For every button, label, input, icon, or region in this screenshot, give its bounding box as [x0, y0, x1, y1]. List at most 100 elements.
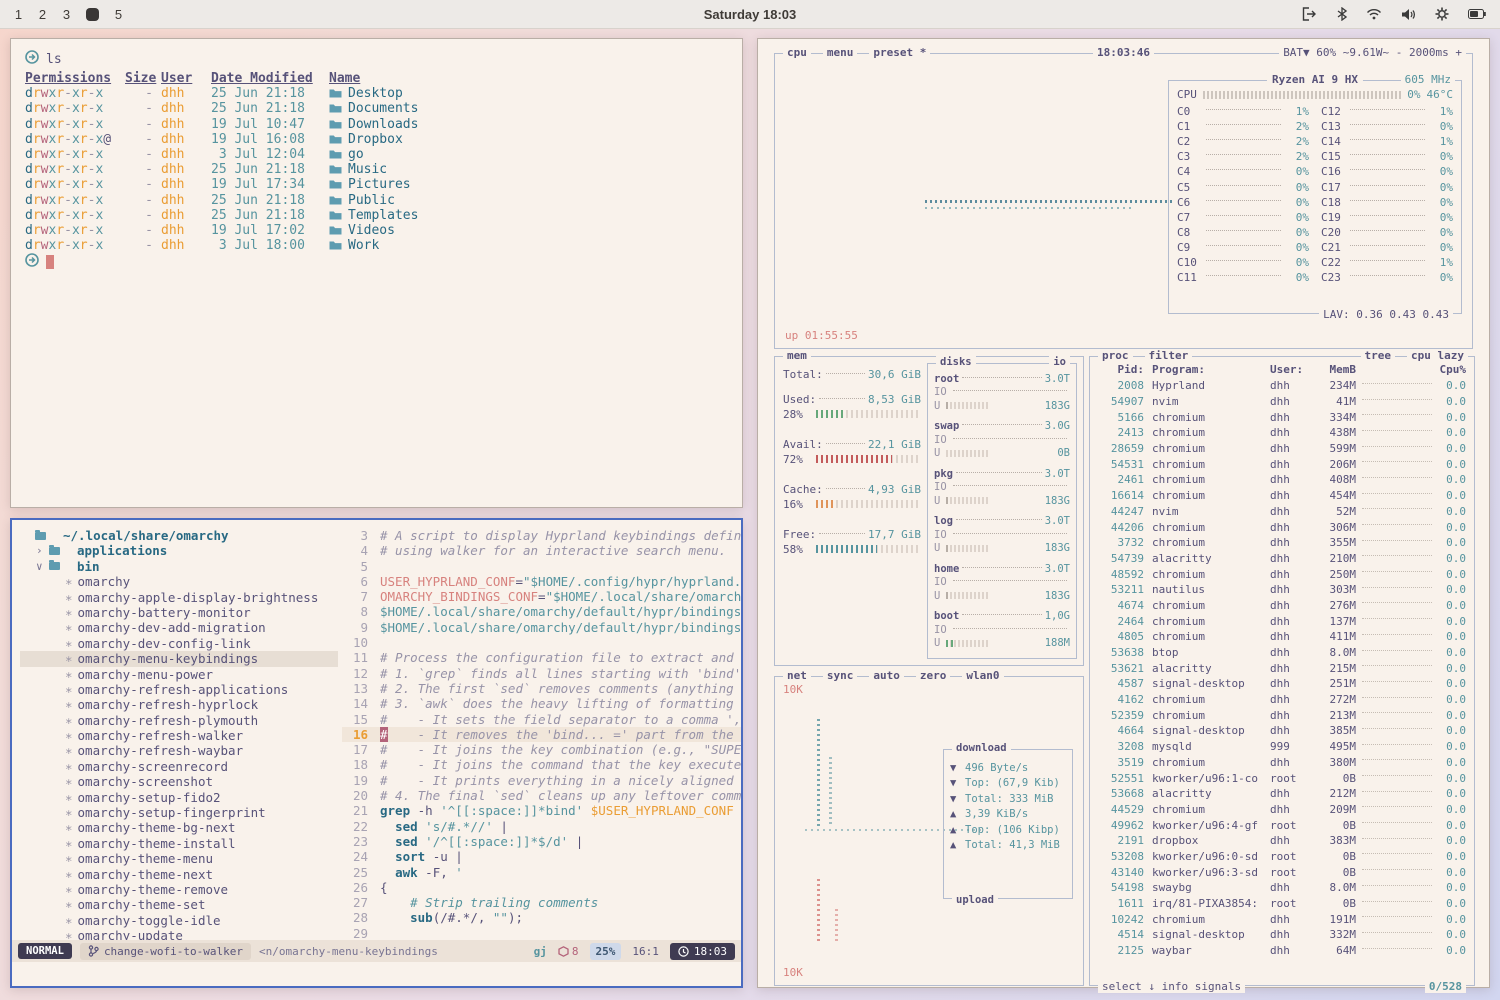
- process-row[interactable]: 54739 alacritty dhh 210M 0.0: [1098, 551, 1466, 567]
- tree-item-label: ~/.local/share/omarchy: [63, 528, 229, 543]
- tree-item[interactable]: ∗ omarchy-theme-menu: [20, 851, 338, 866]
- process-row[interactable]: 2461 chromium dhh 408M 0.0: [1098, 472, 1466, 488]
- process-row[interactable]: 4805 chromium dhh 411M 0.0: [1098, 629, 1466, 645]
- process-row[interactable]: 54907 nvim dhh 41M 0.0: [1098, 394, 1466, 410]
- process-row[interactable]: 3732 chromium dhh 355M 0.0: [1098, 535, 1466, 551]
- bluetooth-icon[interactable]: [1337, 7, 1347, 21]
- process-row[interactable]: 4514 signal-desktop dhh 332M 0.0: [1098, 927, 1466, 943]
- tree-item[interactable]: ∗ omarchy-refresh-plymouth: [20, 713, 338, 728]
- process-row[interactable]: 44529 chromium dhh 209M 0.0: [1098, 802, 1466, 818]
- tree-item[interactable]: ∗ omarchy-dev-add-migration: [20, 620, 338, 635]
- tree-item[interactable]: ∗ omarchy-theme-bg-next: [20, 820, 338, 835]
- cpu-tab[interactable]: menu: [823, 46, 858, 59]
- workspace[interactable]: [86, 8, 99, 21]
- process-row[interactable]: 2413 chromium dhh 438M 0.0: [1098, 425, 1466, 441]
- cpu-tab[interactable]: cpu: [783, 46, 811, 59]
- terminal-window[interactable]: ls Permissions Size User Date Modified N…: [10, 38, 743, 508]
- workspace[interactable]: 1: [14, 7, 23, 22]
- tree-item[interactable]: ∗ omarchy-refresh-walker: [20, 728, 338, 743]
- tree-item[interactable]: ∗ omarchy-apple-display-brightness: [20, 590, 338, 605]
- tree-item[interactable]: ∗ omarchy: [20, 574, 338, 589]
- tree-item[interactable]: ∗ omarchy-battery-monitor: [20, 605, 338, 620]
- workspace[interactable]: 5: [114, 7, 123, 22]
- process-row[interactable]: 5166 chromium dhh 334M 0.0: [1098, 409, 1466, 425]
- wifi-icon[interactable]: [1366, 8, 1382, 20]
- mem-tab[interactable]: mem: [783, 349, 811, 362]
- net-tab[interactable]: zero: [916, 669, 951, 682]
- io-tab[interactable]: io: [1049, 356, 1070, 368]
- net-tab[interactable]: auto: [869, 669, 904, 682]
- process-row[interactable]: 2008 Hyprland dhh 234M 0.0: [1098, 378, 1466, 394]
- workspace[interactable]: 2: [38, 7, 47, 22]
- net-tab[interactable]: net: [783, 669, 811, 682]
- tree-item[interactable]: ∗ omarchy-refresh-waybar: [20, 743, 338, 758]
- process-row[interactable]: 53621 alacritty dhh 215M 0.0: [1098, 660, 1466, 676]
- process-row[interactable]: 2464 chromium dhh 137M 0.0: [1098, 613, 1466, 629]
- process-row[interactable]: 52359 chromium dhh 213M 0.0: [1098, 707, 1466, 723]
- tree-item[interactable]: ∗ omarchy-update: [20, 928, 338, 940]
- workspace[interactable]: 3: [62, 7, 71, 22]
- tree-item[interactable]: ∗ omarchy-setup-fingerprint: [20, 805, 338, 820]
- tree-item[interactable]: ∗ omarchy-setup-fido2: [20, 790, 338, 805]
- process-row[interactable]: 4587 signal-desktop dhh 251M 0.0: [1098, 676, 1466, 692]
- tree-item[interactable]: ∗ omarchy-theme-install: [20, 836, 338, 851]
- process-row[interactable]: 4162 chromium dhh 272M 0.0: [1098, 692, 1466, 708]
- tree-item[interactable]: ∗ omarchy-screenrecord: [20, 759, 338, 774]
- process-row[interactable]: 2191 dropbox dhh 383M 0.0: [1098, 833, 1466, 849]
- process-row[interactable]: 54531 chromium dhh 206M 0.0: [1098, 456, 1466, 472]
- tree-item[interactable]: ∗ omarchy-theme-remove: [20, 882, 338, 897]
- process-row[interactable]: 3208 mysqld 999 495M 0.0: [1098, 739, 1466, 755]
- process-row[interactable]: 53208 kworker/u96:0-sd root 0B 0.0: [1098, 849, 1466, 865]
- tree-item[interactable]: ∗ omarchy-menu-power: [20, 667, 338, 682]
- process-row[interactable]: 28659 chromium dhh 599M 0.0: [1098, 441, 1466, 457]
- tree-item[interactable]: ~/.local/share/omarchy: [20, 528, 338, 543]
- net-tab[interactable]: sync: [823, 669, 858, 682]
- process-row[interactable]: 1611 irq/81-PIXA3854: root 0B 0.0: [1098, 896, 1466, 912]
- process-row[interactable]: 44247 nvim dhh 52M 0.0: [1098, 504, 1466, 520]
- process-row[interactable]: 48592 chromium dhh 250M 0.0: [1098, 566, 1466, 582]
- process-row[interactable]: 43140 kworker/u96:3-sd root 0B 0.0: [1098, 864, 1466, 880]
- code-buffer[interactable]: 3 # A script to display Hyprland keybind…: [338, 520, 741, 940]
- process-row[interactable]: 54198 swaybg dhh 8.0M 0.0: [1098, 880, 1466, 896]
- process-row[interactable]: 52551 kworker/u96:1-co root 0B 0.0: [1098, 770, 1466, 786]
- tree-item[interactable]: ∗ omarchy-toggle-idle: [20, 913, 338, 928]
- tree-item[interactable]: ∨ bin: [20, 559, 338, 574]
- proc-tab[interactable]: proc: [1098, 349, 1133, 362]
- volume-icon[interactable]: [1401, 8, 1416, 21]
- tree-item[interactable]: › applications: [20, 543, 338, 558]
- editor-window[interactable]: ~/.local/share/omarchy › applications ∨ …: [10, 518, 743, 988]
- logout-icon[interactable]: [1302, 7, 1318, 21]
- process-row[interactable]: 44206 chromium dhh 306M 0.0: [1098, 519, 1466, 535]
- tree-item-label: omarchy-theme-bg-next: [78, 820, 236, 835]
- net-tab[interactable]: wlan0: [962, 669, 1003, 682]
- tree-item[interactable]: ∗ omarchy-theme-set: [20, 897, 338, 912]
- settings-icon[interactable]: [1435, 7, 1449, 21]
- tree-item[interactable]: ∗ omarchy-theme-next: [20, 867, 338, 882]
- tree-item[interactable]: ∗ omarchy-refresh-hyprlock: [20, 697, 338, 712]
- disks-tab[interactable]: disks: [936, 356, 976, 368]
- cpu-sparkline: [1362, 602, 1432, 603]
- code-line: 26 {: [342, 880, 741, 895]
- process-row[interactable]: 53668 alacritty dhh 212M 0.0: [1098, 786, 1466, 802]
- battery-icon[interactable]: [1468, 9, 1486, 19]
- disk-meter: [946, 402, 990, 409]
- process-row[interactable]: 16614 chromium dhh 454M 0.0: [1098, 488, 1466, 504]
- process-row[interactable]: 53638 btop dhh 8.0M 0.0: [1098, 645, 1466, 661]
- process-row[interactable]: 4664 signal-desktop dhh 385M 0.0: [1098, 723, 1466, 739]
- process-row[interactable]: 2125 waybar dhh 64M 0.0: [1098, 943, 1466, 959]
- tree-item[interactable]: ∗ omarchy-screenshot: [20, 774, 338, 789]
- tree-item[interactable]: ∗ omarchy-menu-keybindings: [20, 651, 338, 666]
- cpu-tab[interactable]: preset *: [869, 46, 930, 59]
- proc-tab[interactable]: filter: [1145, 349, 1193, 362]
- prompt-line[interactable]: [25, 253, 728, 270]
- btop-window[interactable]: cpumenupreset * 18:03:46 BAT▼ 60% ~9.61W…: [757, 38, 1490, 988]
- process-row[interactable]: 10242 chromium dhh 191M 0.0: [1098, 911, 1466, 927]
- tree-item[interactable]: ∗ omarchy-refresh-applications: [20, 682, 338, 697]
- tree-item[interactable]: ∗ omarchy-dev-config-link: [20, 636, 338, 651]
- proc-option-tab[interactable]: tree: [1361, 349, 1396, 362]
- process-row[interactable]: 49962 kworker/u96:4-gf root 0B 0.0: [1098, 817, 1466, 833]
- proc-option-tab[interactable]: cpu lazy: [1407, 349, 1468, 362]
- process-row[interactable]: 4674 chromium dhh 276M 0.0: [1098, 598, 1466, 614]
- process-row[interactable]: 53211 nautilus dhh 303M 0.0: [1098, 582, 1466, 598]
- process-row[interactable]: 3519 chromium dhh 380M 0.0: [1098, 755, 1466, 771]
